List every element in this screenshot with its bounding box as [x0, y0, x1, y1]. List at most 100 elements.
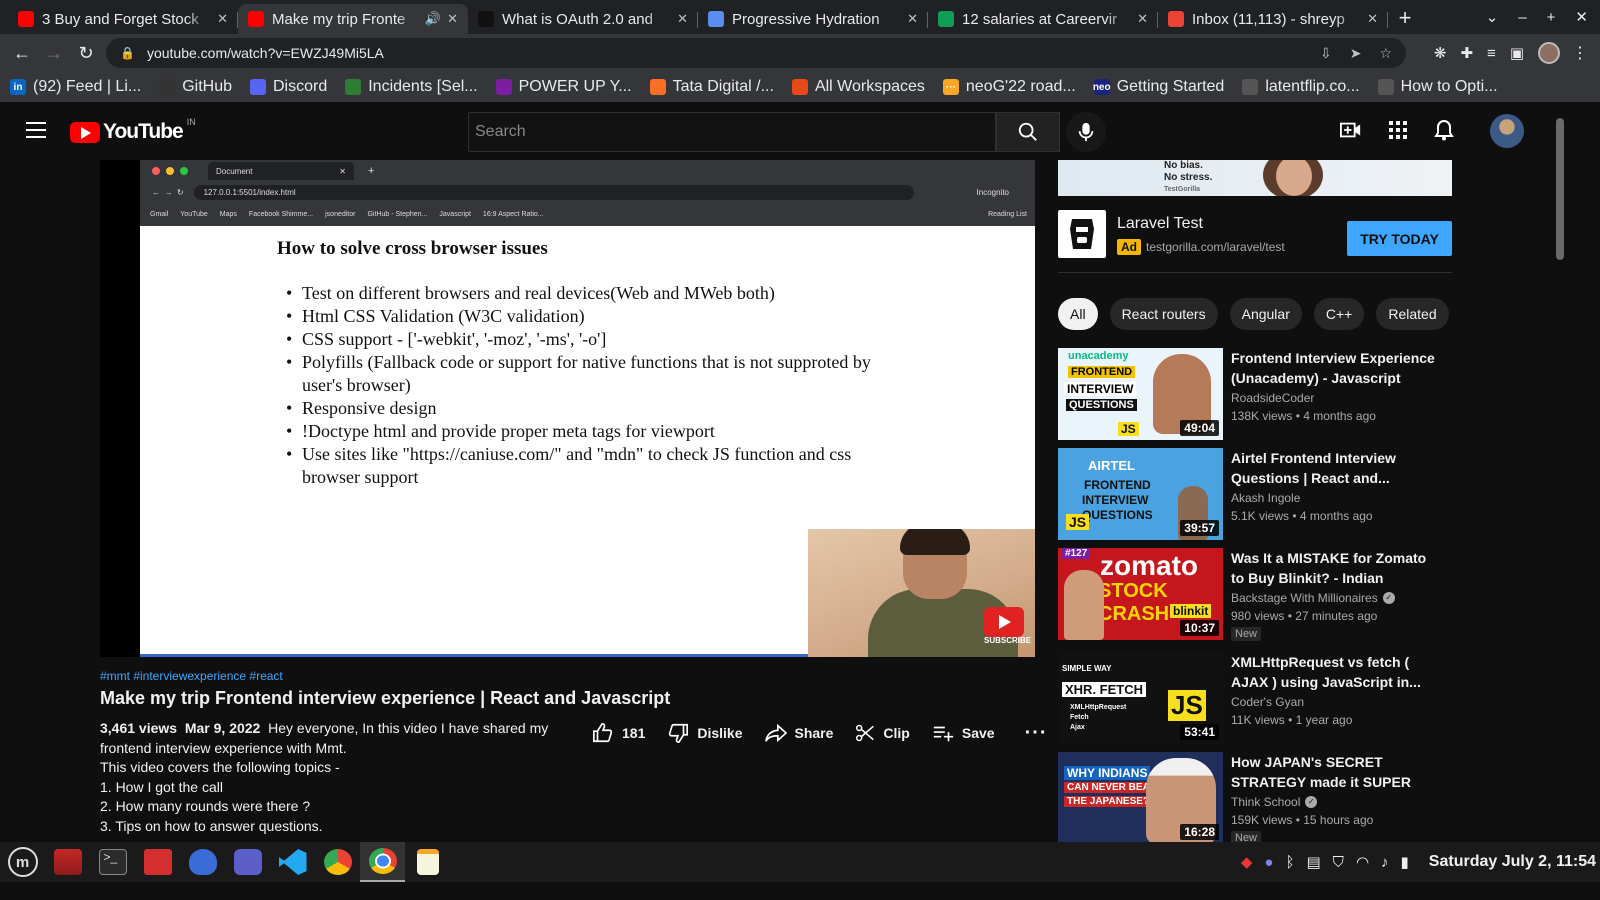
notifications-bell-icon[interactable] — [1434, 119, 1454, 141]
youtube-logo[interactable]: YouTube IN — [70, 117, 196, 144]
voice-search-button[interactable] — [1066, 112, 1106, 152]
share-button[interactable]: Share — [764, 723, 833, 743]
chrome-active-icon[interactable] — [360, 842, 405, 882]
recommendation-card[interactable]: SIMPLE WAY XHR. FETCH JS XMLHttpRequest Fetc… — [1058, 652, 1452, 746]
recommendation-card[interactable]: AIRTEL FRONTEND INTERVIEW QUESTIONS JS 39:57 A… — [1058, 448, 1452, 542]
profile-avatar[interactable] — [1538, 42, 1560, 64]
chip-react-routers[interactable]: React routers — [1109, 298, 1218, 330]
reload-icon[interactable]: ↻ — [70, 43, 102, 64]
video-thumbnail[interactable]: WHY INDIANS CAN NEVER BEAT THE JAPANESE? 16… — [1058, 752, 1223, 844]
video-thumbnail[interactable]: SIMPLE WAY XHR. FETCH JS XMLHttpRequest Fetc… — [1058, 652, 1223, 744]
channel-name[interactable]: RoadsideCoder — [1231, 391, 1314, 405]
browser-tab[interactable]: Progressive Hydration ✕ — [698, 4, 928, 34]
user-avatar[interactable] — [1490, 114, 1524, 148]
video-progress-bar[interactable] — [140, 654, 814, 657]
back-icon[interactable]: ← — [6, 43, 38, 64]
wifi-icon[interactable]: ◠ — [1356, 853, 1369, 871]
bookmark-item[interactable]: How to Opti... — [1377, 78, 1498, 96]
bookmark-item[interactable]: POWER UP Y... — [495, 78, 632, 96]
save-button[interactable]: Save — [932, 723, 995, 743]
chip-related[interactable]: Related — [1376, 298, 1449, 330]
bookmark-item[interactable]: GitHub — [159, 78, 232, 96]
teams-tray-icon[interactable]: ● — [1264, 854, 1273, 871]
video-thumbnail[interactable]: #127 zomato STOCK CRASH blinkit 10:37 — [1058, 548, 1223, 640]
recommendation-card[interactable]: unacademy FRONTEND INTERVIEW QUESTIONS JS 49:… — [1058, 348, 1452, 442]
maximize-icon[interactable]: + — [1547, 9, 1556, 26]
clip-button[interactable]: Clip — [855, 723, 910, 743]
install-icon[interactable]: ⇩ — [1320, 45, 1332, 62]
ad-card[interactable]: Laravel Test Ad testgorilla.com/laravel/… — [1058, 210, 1452, 260]
extension-icon[interactable]: ❋ — [1434, 44, 1447, 62]
tab-close-icon[interactable]: ✕ — [1137, 11, 1148, 27]
video-thumbnail[interactable]: AIRTEL FRONTEND INTERVIEW QUESTIONS JS 39:57 — [1058, 448, 1223, 540]
files-icon[interactable] — [135, 842, 180, 882]
browser-tab[interactable]: Make my trip Fronte 🔊 ✕ — [238, 4, 468, 34]
chip-c-[interactable]: C++ — [1313, 298, 1365, 330]
bookmark-item[interactable]: latentflip.co... — [1242, 78, 1360, 96]
vscode-icon[interactable] — [270, 842, 315, 882]
channel-name[interactable]: Akash Ingole — [1231, 491, 1300, 505]
system-clock[interactable]: Saturday July 2, 11:54 — [1429, 853, 1596, 871]
apps-grid-icon[interactable] — [1388, 120, 1408, 140]
show-desktop-icon[interactable] — [45, 842, 90, 882]
page-scrollbar[interactable] — [1556, 118, 1564, 260]
tab-search-icon[interactable]: ⌄ — [1486, 8, 1499, 26]
send-icon[interactable]: ➤ — [1350, 45, 1362, 62]
video-thumbnail[interactable]: unacademy FRONTEND INTERVIEW QUESTIONS JS 49:… — [1058, 348, 1223, 440]
brave-icon[interactable] — [180, 842, 225, 882]
media-icon[interactable]: ≡ — [1487, 45, 1496, 62]
video-hashtags[interactable]: #mmt #interviewexperience #react — [100, 669, 283, 683]
chip-angular[interactable]: Angular — [1229, 298, 1302, 330]
more-actions-icon[interactable]: ··· — [1025, 722, 1048, 745]
chip-all[interactable]: All — [1058, 298, 1098, 330]
bookmark-item[interactable]: in (92) Feed | Li... — [10, 78, 141, 96]
bookmark-item[interactable]: Incidents [Sel... — [345, 78, 478, 96]
recommendation-card[interactable]: WHY INDIANS CAN NEVER BEAT THE JAPANESE? 16… — [1058, 752, 1452, 846]
bookmark-item[interactable]: Tata Digital /... — [649, 78, 774, 96]
search-input[interactable]: Search — [468, 112, 996, 152]
text-editor-icon[interactable] — [405, 842, 450, 882]
tab-close-icon[interactable]: ✕ — [447, 11, 458, 27]
bookmark-item[interactable]: neo Getting Started — [1093, 78, 1224, 96]
address-bar[interactable]: 🔒 youtube.com/watch?v=EWZJ49Mi5LA ⇩ ➤ ☆ — [106, 38, 1406, 68]
browser-tab[interactable]: 3 Buy and Forget Stock ✕ — [8, 4, 238, 34]
teams-icon[interactable] — [225, 842, 270, 882]
anydesk-icon[interactable]: ◆ — [1241, 853, 1253, 871]
bookmark-item[interactable]: Discord — [250, 78, 327, 96]
bookmark-item[interactable]: All Workspaces — [791, 78, 925, 96]
tab-close-icon[interactable]: ✕ — [217, 11, 228, 27]
ad-banner[interactable]: No bias. No stress. TestGorilla — [1058, 160, 1452, 196]
tab-close-icon[interactable]: ✕ — [907, 11, 918, 27]
tab-close-icon[interactable]: ✕ — [677, 11, 688, 27]
browser-tab[interactable]: What is OAuth 2.0 and ✕ — [468, 4, 698, 34]
minimize-icon[interactable]: – — [1518, 9, 1526, 26]
chrome-window-icon[interactable] — [315, 842, 360, 882]
terminal-icon[interactable]: >_ — [90, 842, 135, 882]
forward-icon[interactable]: → — [38, 43, 70, 64]
puzzle-icon[interactable]: ✚ — [1460, 44, 1473, 62]
channel-name[interactable]: Coder's Gyan — [1231, 695, 1304, 709]
shield-icon[interactable]: ⛉ — [1333, 854, 1344, 871]
close-window-icon[interactable]: ✕ — [1575, 8, 1588, 26]
bluetooth-icon[interactable]: ᛒ — [1285, 854, 1294, 871]
hamburger-menu-icon[interactable] — [26, 122, 46, 138]
dislike-button[interactable]: Dislike — [667, 722, 743, 744]
browser-tab[interactable]: Inbox (11,113) - shreyp ✕ — [1158, 4, 1388, 34]
video-description[interactable]: 3,461 views Mar 9, 2022 Hey everyone, In… — [100, 719, 570, 837]
volume-icon[interactable]: ♪ — [1381, 854, 1389, 871]
clipboard-icon[interactable]: ▤ — [1306, 853, 1320, 871]
channel-name[interactable]: Backstage With Millionaires ✓ — [1231, 591, 1395, 605]
recommendation-card[interactable]: #127 zomato STOCK CRASH blinkit 10:37 Was It … — [1058, 548, 1452, 642]
video-player[interactable]: Document ✕ + ← → ↻ 127.0.0.1:5501/index.h… — [100, 160, 1035, 657]
new-tab-button[interactable]: + — [1388, 4, 1422, 34]
bookmark-item[interactable]: ··· neoG'22 road... — [942, 78, 1076, 96]
try-today-button[interactable]: TRY TODAY — [1347, 221, 1452, 256]
lock-icon[interactable]: 🔒 — [120, 46, 135, 60]
battery-icon[interactable]: ▮ — [1401, 853, 1409, 871]
sidepanel-icon[interactable]: ▣ — [1510, 44, 1524, 62]
bookmark-star-icon[interactable]: ☆ — [1379, 45, 1392, 62]
like-button[interactable]: 181 — [592, 722, 645, 744]
menu-kebab-icon[interactable]: ⋮ — [1572, 43, 1588, 63]
create-video-icon[interactable] — [1340, 120, 1362, 140]
mint-menu-icon[interactable]: m — [0, 842, 45, 882]
